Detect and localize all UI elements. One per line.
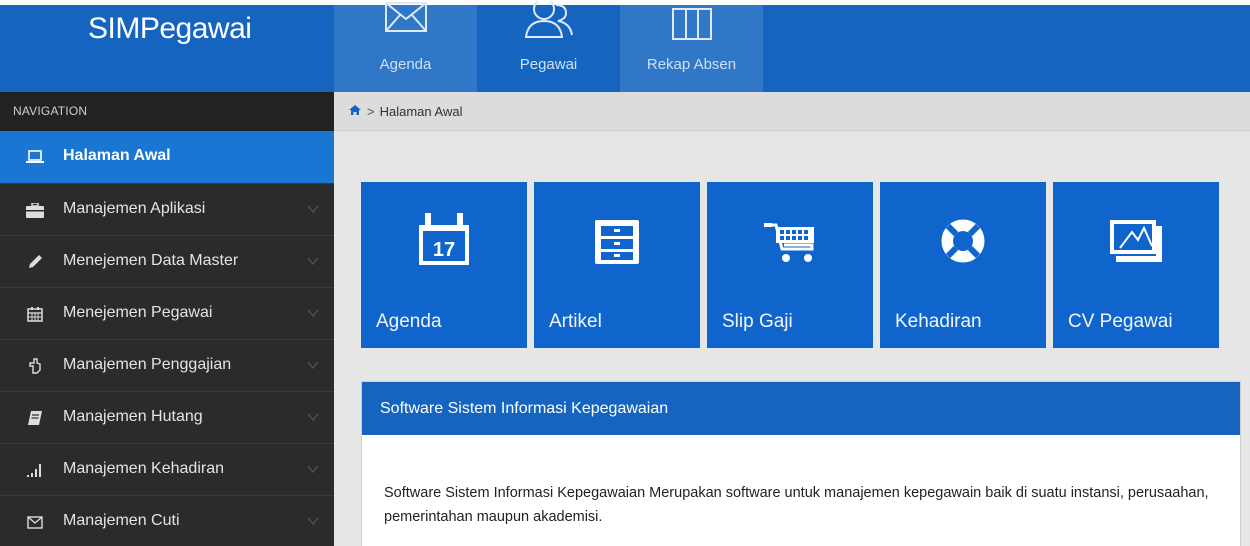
chevron-down-icon <box>307 257 319 266</box>
laptop-icon <box>25 148 45 166</box>
signal-icon <box>25 461 45 479</box>
info-panel: Software Sistem Informasi Kepegawaian So… <box>361 381 1241 546</box>
top-nav: Agenda Pegawai Rekap Absen <box>334 0 763 92</box>
hand-pointer-icon <box>25 357 45 375</box>
topnav-rekap-absen[interactable]: Rekap Absen <box>620 5 763 92</box>
breadcrumb-current: Halaman Awal <box>379 103 463 119</box>
briefcase-icon <box>25 201 45 219</box>
topnav-pegawai[interactable]: Pegawai <box>477 0 620 92</box>
chevron-down-icon <box>307 205 319 214</box>
sidebar-item-menejemen-data-master[interactable]: Menejemen Data Master <box>0 235 334 287</box>
panel-title: Software Sistem Informasi Kepegawaian <box>362 382 1240 435</box>
sidebar-item-manajemen-aplikasi[interactable]: Manajemen Aplikasi <box>0 183 334 235</box>
topnav-agenda[interactable]: Agenda <box>334 2 477 92</box>
nav-header: NAVIGATION <box>0 92 334 131</box>
sidebar-item-menejemen-pegawai[interactable]: Menejemen Pegawai <box>0 287 334 339</box>
cart-icon <box>707 215 873 267</box>
chevron-down-icon <box>307 361 319 370</box>
breadcrumb-separator: > <box>367 103 375 119</box>
lifebuoy-icon <box>880 215 1046 267</box>
book-icon <box>25 409 45 427</box>
calendar-icon <box>25 305 45 323</box>
sidebar-item-manajemen-cuti[interactable]: Manajemen Cuti <box>0 495 334 546</box>
pencil-icon <box>25 253 45 271</box>
tile-kehadiran[interactable]: Kehadiran <box>880 182 1046 348</box>
picture-icon <box>1053 215 1219 267</box>
chevron-down-icon <box>307 309 319 318</box>
sidebar-item-manajemen-hutang[interactable]: Manajemen Hutang <box>0 391 334 443</box>
sidebar-item-manajemen-kehadiran[interactable]: Manajemen Kehadiran <box>0 443 334 495</box>
columns-icon <box>620 1 763 46</box>
chevron-down-icon <box>307 517 319 526</box>
breadcrumb: > Halaman Awal <box>334 92 1250 131</box>
chevron-down-icon <box>307 465 319 474</box>
brand[interactable]: SIMPegawai <box>0 5 334 92</box>
tile-artikel[interactable]: Artikel <box>534 182 700 348</box>
envelope-icon <box>25 513 45 531</box>
cabinet-icon <box>534 215 700 267</box>
envelope-icon <box>334 1 477 40</box>
tile-slip-gaji[interactable]: Slip Gaji <box>707 182 873 348</box>
brand-title: SIMPegawai <box>88 12 252 45</box>
calendar-icon: 17 <box>361 213 527 267</box>
sidebar-item-manajemen-penggajian[interactable]: Manajemen Penggajian <box>0 339 334 391</box>
shortcut-tiles: 17 Agenda Artikel Slip Gaji Kehadiran CV… <box>361 182 1226 348</box>
tile-agenda[interactable]: 17 Agenda <box>361 182 527 348</box>
sidebar: NAVIGATION Halaman Awal Manajemen Aplika… <box>0 92 334 546</box>
sidebar-item-halaman-awal[interactable]: Halaman Awal <box>0 131 334 183</box>
chevron-down-icon <box>307 413 319 422</box>
users-icon <box>477 0 620 44</box>
calendar-day: 17 <box>432 239 456 261</box>
home-icon[interactable] <box>348 104 362 119</box>
tile-cv-pegawai[interactable]: CV Pegawai <box>1053 182 1219 348</box>
panel-body: Software Sistem Informasi Kepegawaian Me… <box>384 485 1209 525</box>
top-header: SIMPegawai Agenda Pegawai Rekap Absen <box>0 0 1250 92</box>
